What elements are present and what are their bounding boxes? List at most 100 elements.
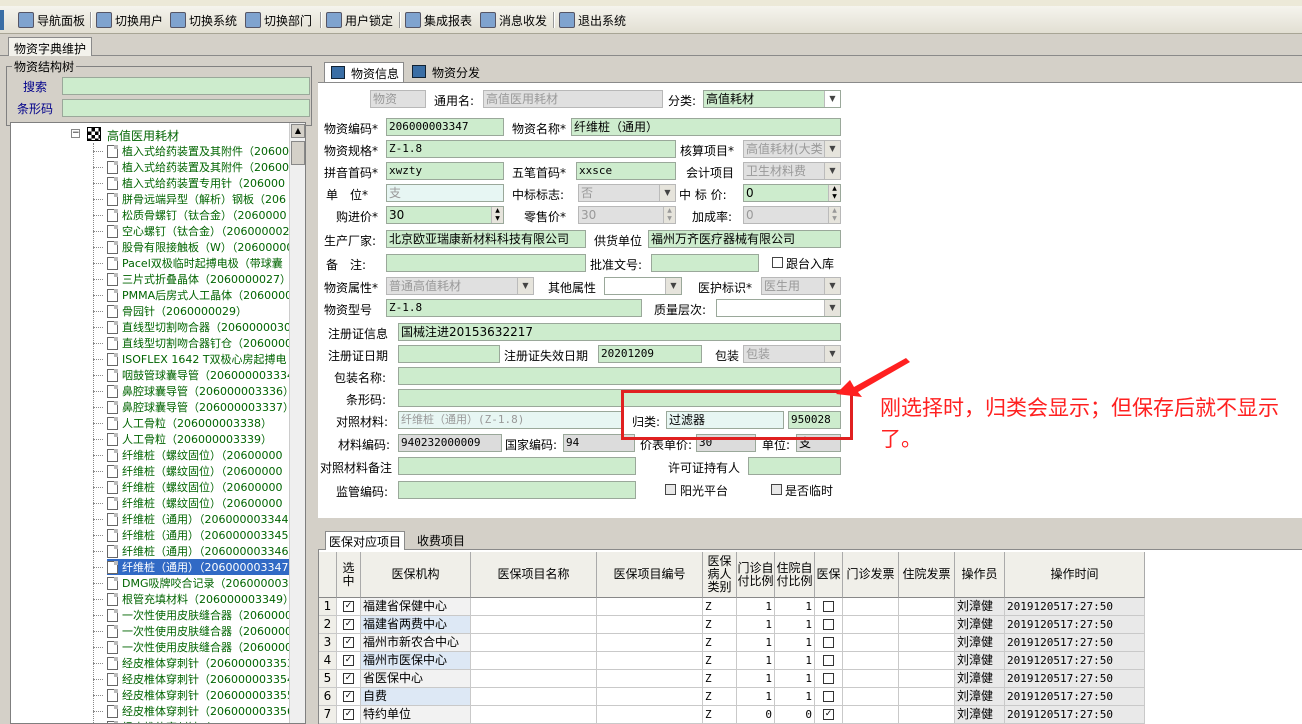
tree-node[interactable]: 一次性使用皮肤缝合器（2060000 [107,639,292,655]
tree-node[interactable]: 松质骨螺钉（钛合金）（2060000 [107,207,287,223]
material-code-field[interactable]: 206000003347 [386,118,504,136]
common-name-field[interactable]: 高值医用耗材 [483,90,663,108]
spec-field[interactable]: Z-1.8 [386,140,676,158]
tree-node[interactable]: 纤维桩（螺纹固位）（20600000 [107,447,283,463]
row-select-checkbox[interactable]: ✓ [343,601,354,612]
select-cell[interactable]: ✓ [337,688,361,706]
tree-node[interactable]: 人工骨粒（206000003339） [107,431,272,447]
manufacturer-field[interactable]: 北京欧亚瑞康新材料科技有限公司 [386,230,586,248]
material-tree[interactable]: − 高值医用耗材 植入式给药装置及其附件（20600 植入式给药装置及其附件（20… [10,122,306,724]
tree-node[interactable]: 一次性使用皮肤缝合器（2060000 [107,607,292,623]
tree-node[interactable]: 植入式给药装置专用针（206000 [107,175,285,191]
tree-node[interactable]: 经皮椎体穿刺针（206000003354） [107,671,305,687]
panel-splitter[interactable] [318,518,1302,528]
tree-node[interactable]: 植入式给药装置及其附件（20600 [107,159,289,175]
chevron-down-icon[interactable]: ▼ [824,278,840,294]
tree-node[interactable]: 纤维桩（通用）（206000003344） [107,511,299,527]
tree-root-node[interactable]: 高值医用耗材 [107,127,179,144]
insurance-flag-cell[interactable] [815,598,843,616]
reg-date-field[interactable] [398,345,500,363]
follow-checkbox[interactable] [772,257,783,268]
stepper-icon[interactable]: ▲ ▼ [663,207,675,223]
tab-insurance-items[interactable]: 医保对应项目 [325,531,406,550]
retail-price-field[interactable]: 30 ▲ ▼ [578,206,676,224]
grid-header[interactable]: 医保病人类别 [703,552,737,598]
collapse-icon[interactable]: − [71,129,80,138]
stepper-icon[interactable]: ▲ ▼ [828,185,840,201]
tab-material-dictionary[interactable]: 物资字典维护 [8,37,93,57]
insurance-flag-cell[interactable] [815,616,843,634]
grid-header[interactable]: 医保项目编号 [597,552,703,598]
tree-node[interactable]: 纤维桩（螺纹固位）（20600000 [107,495,283,511]
tree-node[interactable]: 植入式给药装置及其附件（20600 [107,143,289,159]
grid-header[interactable]: 住院发票 [899,552,955,598]
buy-price-field[interactable]: 30 ▲ ▼ [386,206,504,224]
material-code-field2[interactable]: 940232000009 [398,434,502,452]
chevron-down-icon[interactable]: ▼ [659,185,675,201]
tree-node[interactable]: 根管充填材料（206000003349） [107,591,294,607]
tree-node[interactable]: 经皮椎体穿刺针（206000003356） [107,703,305,719]
tree-scrollbar[interactable]: ▲ [289,123,305,723]
grid-header[interactable]: 选中 [337,552,361,598]
tree-node[interactable]: 纤维桩（螺纹固位）（20600000 [107,479,283,495]
insurance-checkbox[interactable] [823,619,834,630]
bid-price-field[interactable]: 0 ▲ ▼ [743,184,841,202]
select-cell[interactable]: ✓ [337,706,361,724]
tree-node[interactable]: 咽鼓管球囊导管（206000003334） [107,367,305,383]
insurance-flag-cell[interactable] [815,670,843,688]
tree-node[interactable]: 空心螺钉（钛合金）（206000002 [107,223,290,239]
tree-node[interactable]: 三片式折叠晶体（2060000027） [107,271,291,287]
insurance-flag-cell[interactable]: ✓ [815,706,843,724]
toolbar-user-lock-button[interactable]: 用户锁定 [326,10,393,30]
row-select-checkbox[interactable]: ✓ [343,655,354,666]
chevron-down-icon[interactable]: ▼ [665,278,681,294]
sunshine-checkbox[interactable] [665,484,676,495]
tree-node[interactable]: 纤维桩（螺纹固位）（20600000 [107,463,283,479]
insurance-flag-cell[interactable] [815,652,843,670]
quality-select[interactable]: ▼ [716,299,841,317]
barcode-input[interactable] [62,99,310,117]
select-cell[interactable]: ✓ [337,598,361,616]
scroll-thumb[interactable] [291,141,305,165]
tree-node[interactable]: 纤维桩（通用）（206000003346） [107,543,299,559]
ref-note-field[interactable] [398,457,636,475]
toolbar-report-button[interactable]: 集成报表 [405,10,472,30]
grid-header[interactable]: 门诊自付比例 [737,552,775,598]
wubi-field[interactable]: xxsce [576,162,676,180]
ref-material-field[interactable]: 纤维桩（通用）(Z-1.8) [398,411,624,429]
stepper-icon[interactable]: ▲ ▼ [828,207,840,223]
insurance-checkbox[interactable]: ✓ [823,709,834,720]
tree-node[interactable]: 直线型切割吻合器（2060000030） [107,319,302,335]
category-select[interactable]: 高值耗材 ▼ [703,90,841,108]
supervision-code-field[interactable] [398,481,636,499]
grid-header[interactable]: 门诊发票 [843,552,899,598]
note-field[interactable] [386,254,586,272]
insurance-flag-cell[interactable] [815,688,843,706]
toolbar-exit-button[interactable]: 退出系统 [559,10,626,30]
chevron-down-icon[interactable]: ▼ [824,141,840,157]
insurance-grid[interactable]: 选中 医保机构 医保项目名称 医保项目编号 医保病人类别 门诊自付比例 住院自付比例 医保 门诊… [318,550,1302,724]
grid-header[interactable]: 医保机构 [361,552,471,598]
insurance-checkbox[interactable] [823,673,834,684]
tab-material-info[interactable]: 物资信息 [324,62,405,82]
search-input[interactable] [62,77,310,95]
unit-field[interactable]: 支 [386,184,504,202]
reg-cert-field[interactable]: 国械注进20153632217 [398,323,841,341]
chevron-down-icon[interactable]: ▼ [517,278,533,294]
grid-header[interactable]: 操作员 [955,552,1005,598]
chevron-down-icon[interactable]: ▼ [824,163,840,179]
tree-node[interactable]: Pacel双极临时起搏电极（带球囊 [107,255,283,271]
insurance-checkbox[interactable] [823,655,834,666]
insurance-checkbox[interactable] [823,691,834,702]
package-name-field[interactable] [398,367,841,385]
row-select-checkbox[interactable]: ✓ [343,691,354,702]
grid-header[interactable]: 医保 [815,552,843,598]
insurance-checkbox[interactable] [823,637,834,648]
tree-node[interactable]: 鼻腔球囊导管（206000003336） [107,383,294,399]
tree-node[interactable]: 纤维桩（通用）（206000003345） [107,527,299,543]
tree-node[interactable]: DMG吸牌咬合记录（206000003348 [107,575,305,591]
package-select[interactable]: 包装 ▼ [743,345,841,363]
approval-field[interactable] [651,254,759,272]
select-cell[interactable]: ✓ [337,634,361,652]
scroll-up-icon[interactable]: ▲ [291,124,305,138]
